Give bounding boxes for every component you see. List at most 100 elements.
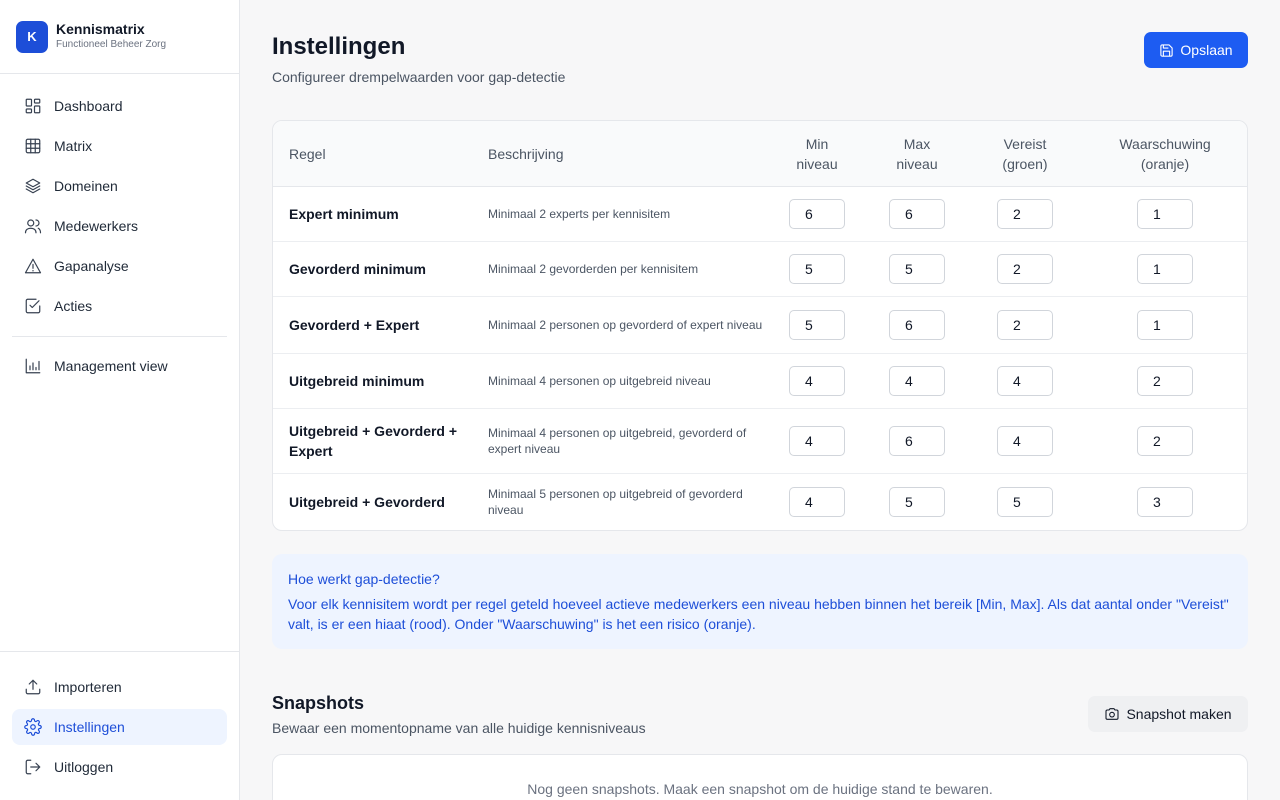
sidebar-item-acties[interactable]: Acties (12, 288, 227, 324)
page-subtitle: Configureer drempelwaarden voor gap-dete… (272, 69, 566, 85)
rule-name: Uitgebreid + Gevorderd (289, 494, 445, 510)
min-level-input[interactable]: 4 (789, 487, 845, 517)
check-square-icon (25, 298, 41, 314)
gear-icon (24, 718, 42, 736)
info-box: Hoe werkt gap-detectie? Voor elk kennisi… (272, 554, 1248, 649)
sidebar-item-dashboard[interactable]: Dashboard (12, 88, 227, 124)
header-beschrijving: Beschrijving (488, 145, 564, 162)
rule-description: Minimaal 4 personen op uitgebreid, gevor… (488, 426, 747, 456)
users-icon (24, 219, 42, 234)
min-level-input[interactable]: 6 (789, 199, 845, 229)
snapshots-empty-state: Nog geen snapshots. Maak een snapshot om… (272, 754, 1248, 800)
warning-icon (24, 258, 42, 274)
brand: K Kennismatrix Functioneel Beheer Zorg (0, 0, 239, 74)
min-level-input[interactable]: 5 (789, 310, 845, 340)
table-row: Uitgebreid minimum Minimaal 4 personen o… (273, 354, 1247, 409)
table-row: Uitgebreid + Gevorderd Minimaal 5 person… (273, 474, 1247, 530)
sidebar-item-label: Gapanalyse (54, 258, 129, 274)
snapshot-button[interactable]: Snapshot maken (1088, 696, 1248, 732)
sidebar-item-domeinen[interactable]: Domeinen (12, 168, 227, 204)
required-input[interactable]: 2 (997, 310, 1053, 340)
required-input[interactable]: 2 (997, 199, 1053, 229)
sidebar-item-label: Matrix (54, 138, 93, 154)
sidebar-item-gapanalyse[interactable]: Gapanalyse (12, 248, 227, 284)
rule-description: Minimaal 5 personen op uitgebreid of gev… (488, 487, 743, 517)
app-name: Kennismatrix (56, 21, 145, 37)
sidebar: K Kennismatrix Functioneel Beheer Zorg D… (0, 0, 240, 800)
warning-input[interactable]: 1 (1137, 310, 1193, 340)
save-icon (1160, 43, 1174, 57)
max-level-input[interactable]: 6 (889, 310, 945, 340)
rule-description: Minimaal 2 gevorderden per kennisitem (488, 262, 699, 276)
required-input[interactable]: 4 (997, 426, 1053, 456)
sidebar-item-label: Importeren (54, 679, 122, 695)
warning-input[interactable]: 2 (1137, 366, 1193, 396)
sidebar-item-management-view[interactable]: Management view (12, 348, 227, 384)
page-title: Instellingen (272, 33, 406, 60)
required-input[interactable]: 2 (997, 254, 1053, 284)
warning-input[interactable]: 1 (1137, 199, 1193, 229)
sidebar-item-medewerkers[interactable]: Medewerkers (12, 208, 227, 244)
warning-input[interactable]: 3 (1137, 487, 1193, 517)
rule-name: Uitgebreid minimum (289, 373, 425, 389)
header-max-line2: niveau (896, 155, 938, 172)
snapshot-button-label: Snapshot maken (1126, 706, 1232, 722)
save-button-label: Opslaan (1180, 42, 1233, 58)
snapshots-title: Snapshots (272, 693, 365, 713)
info-text: Voor elk kennisitem wordt per regel gete… (288, 596, 1229, 632)
nav-divider (12, 336, 227, 337)
sidebar-item-instellingen[interactable]: Instellingen (12, 709, 227, 745)
header-max-line1: Max (903, 135, 931, 152)
save-button[interactable]: Opslaan (1144, 32, 1248, 68)
warning-input[interactable]: 1 (1137, 254, 1193, 284)
sidebar-item-label: Management view (54, 358, 168, 374)
bottom-nav: Importeren Instellingen Uitloggen (0, 651, 239, 789)
sidebar-item-label: Acties (54, 298, 93, 314)
sidebar-item-label: Dashboard (54, 98, 123, 114)
sidebar-item-label: Instellingen (54, 719, 125, 735)
table-row: Uitgebreid + Gevorderd + Expert Minimaal… (273, 409, 1247, 474)
bar-chart-icon (25, 358, 41, 374)
header-max: Max niveau (867, 134, 967, 174)
layers-icon (25, 178, 41, 194)
required-input[interactable]: 4 (997, 366, 1053, 396)
header-waarschuwing: Waarschuwing (oranje) (1083, 134, 1247, 174)
header-regel: Regel (289, 145, 326, 162)
sidebar-item-matrix[interactable]: Matrix (12, 128, 227, 164)
min-level-input[interactable]: 5 (789, 254, 845, 284)
header-min: Min niveau (767, 134, 867, 174)
rule-name: Expert minimum (289, 206, 399, 222)
sidebar-item-label: Domeinen (54, 178, 118, 194)
rule-name: Uitgebreid + Gevorderd + Expert (289, 423, 458, 459)
sidebar-item-label: Medewerkers (54, 218, 139, 234)
header-vereist-line2: (groen) (1002, 155, 1048, 172)
header-min-line1: Min (805, 135, 829, 152)
rule-description: Minimaal 4 personen op uitgebreid niveau (488, 374, 711, 388)
app-subtitle: Functioneel Beheer Zorg (56, 39, 167, 50)
table-header: Regel Beschrijving Min niveau Max niveau V… (273, 121, 1247, 187)
min-level-input[interactable]: 4 (789, 366, 845, 396)
rule-name: Gevorderd + Expert (289, 317, 420, 333)
table-row: Gevorderd + Expert Minimaal 2 personen o… (273, 297, 1247, 354)
required-input[interactable]: 5 (997, 487, 1053, 517)
main-content: Instellingen Configureer drempelwaarden … (240, 0, 1280, 800)
snapshots-subtitle: Bewaar een momentopname van alle huidige… (272, 720, 646, 736)
max-level-input[interactable]: 6 (889, 426, 945, 456)
max-level-input[interactable]: 4 (889, 366, 945, 396)
warning-input[interactable]: 2 (1137, 426, 1193, 456)
max-level-input[interactable]: 5 (889, 254, 945, 284)
app-logo: K (16, 20, 48, 53)
dashboard-icon (25, 98, 41, 114)
rule-name: Gevorderd minimum (289, 261, 426, 277)
upload-icon (25, 679, 41, 695)
sidebar-item-uitloggen[interactable]: Uitloggen (12, 749, 227, 785)
min-level-input[interactable]: 4 (789, 426, 845, 456)
grid-icon (25, 138, 41, 154)
header-vereist-line1: Vereist (1003, 135, 1047, 152)
rule-description: Minimaal 2 experts per kennisitem (488, 207, 671, 221)
sidebar-item-label: Uitloggen (54, 759, 114, 775)
max-level-input[interactable]: 5 (889, 487, 945, 517)
max-level-input[interactable]: 6 (889, 199, 945, 229)
logout-icon (25, 759, 41, 775)
sidebar-item-importeren[interactable]: Importeren (12, 669, 227, 705)
